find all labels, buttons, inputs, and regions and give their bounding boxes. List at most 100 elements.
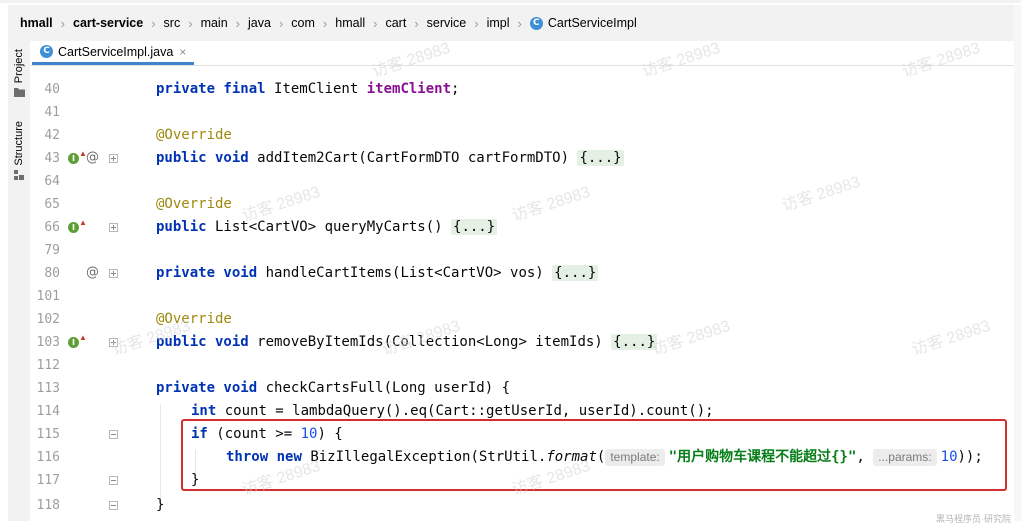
breadcrumb-item-main[interactable]: main	[201, 16, 228, 30]
line-number: 117	[36, 473, 60, 488]
breadcrumb-item-src[interactable]: src	[164, 16, 181, 30]
code-text[interactable]: private void handleCartItems(List<CartVO…	[156, 262, 599, 285]
chevron-right-icon: ›	[373, 15, 378, 31]
code-line: 64	[0, 170, 1014, 193]
code-line: 112	[0, 354, 1014, 377]
fold-collapse-icon[interactable]	[109, 501, 118, 510]
line-number: 79	[44, 243, 60, 258]
line-number: 114	[36, 404, 60, 419]
keyword: private final	[156, 81, 266, 97]
keyword: private void	[156, 265, 258, 281]
editor-tab-bar: C CartServiceImpl.java ×	[30, 41, 1014, 66]
implements-method-icon[interactable]: I	[68, 153, 79, 164]
code-line: 80 @ private void handleCartItems(List<C…	[0, 262, 1014, 285]
code-line: 101	[0, 285, 1014, 308]
line-number: 40	[44, 82, 60, 97]
method-signature: removeByItemIds(Collection<Long> itemIds…	[248, 334, 612, 350]
method-signature: checkCartsFull(Long userId) {	[257, 380, 511, 396]
line-number: 66	[44, 220, 60, 235]
line-number: 112	[36, 358, 60, 373]
folded-code-block[interactable]: {...}	[611, 334, 658, 350]
method-signature: handleCartItems(List<CartVO> vos)	[257, 265, 553, 281]
code-text[interactable]: public void removeByItemIds(Collection<L…	[156, 331, 658, 354]
line-number: 42	[44, 128, 60, 143]
code-line: 43 I ▲ @ public void addItem2Cart(CartFor…	[0, 147, 1014, 170]
line-number: 102	[36, 312, 60, 327]
method-signature: List<CartVO> queryMyCarts()	[206, 219, 452, 235]
closing-brace[interactable]: }	[156, 494, 164, 517]
breadcrumb-item-impl[interactable]: impl	[487, 16, 510, 30]
implements-method-icon[interactable]: I	[68, 222, 79, 233]
chevron-right-icon: ›	[60, 15, 65, 31]
fold-expand-icon[interactable]	[109, 223, 118, 232]
chevron-right-icon: ›	[235, 15, 240, 31]
code-line: 65 @Override	[0, 193, 1014, 216]
annotation[interactable]: @Override	[156, 124, 232, 147]
folded-code-block[interactable]: {...}	[552, 265, 599, 281]
type-name: ItemClient	[265, 81, 367, 97]
breadcrumb-item-hmall[interactable]: hmall	[335, 16, 365, 30]
annotation-marker-icon[interactable]: @	[86, 150, 99, 165]
statement: count = lambdaQuery().eq(Cart::getUserId…	[216, 403, 714, 419]
punctuation: ;	[451, 81, 460, 97]
keyword: public	[156, 219, 207, 235]
keyword: private void	[156, 380, 258, 396]
line-number: 41	[44, 105, 60, 120]
fold-expand-icon[interactable]	[109, 338, 118, 347]
close-icon[interactable]: ×	[179, 45, 186, 59]
code-line: 102 @Override	[0, 308, 1014, 331]
tab-cartserviceimpl[interactable]: C CartServiceImpl.java ×	[32, 41, 195, 65]
breadcrumb-item-service[interactable]: service	[427, 16, 467, 30]
method-signature: addItem2Cart(CartFormDTO cartFormDTO)	[248, 150, 578, 166]
fold-expand-icon[interactable]	[109, 269, 118, 278]
breadcrumb-item-java[interactable]: java	[248, 16, 271, 30]
folded-code-block[interactable]: {...}	[577, 150, 624, 166]
java-class-icon: C	[40, 45, 53, 58]
tab-label: CartServiceImpl.java	[58, 44, 174, 59]
folded-code-block[interactable]: {...}	[451, 219, 498, 235]
code-line: 40 private final ItemClient itemClient;	[0, 78, 1014, 101]
fold-collapse-icon[interactable]	[109, 430, 118, 439]
chevron-right-icon: ›	[188, 15, 193, 31]
breadcrumb-item-module[interactable]: cart-service	[73, 16, 143, 30]
code-text[interactable]: private final ItemClient itemClient;	[156, 78, 459, 101]
keyword: public void	[156, 150, 249, 166]
code-line: 118 }	[0, 494, 1014, 517]
line-number: 115	[36, 427, 60, 442]
line-number: 113	[36, 381, 60, 396]
line-number: 101	[36, 289, 60, 304]
line-number: 116	[36, 450, 60, 465]
keyword: int	[191, 403, 217, 419]
line-number: 43	[44, 151, 60, 166]
breadcrumb-item-cart[interactable]: cart	[385, 16, 406, 30]
annotation[interactable]: @Override	[156, 308, 232, 331]
line-number: 64	[44, 174, 60, 189]
code-line: 42 @Override	[0, 124, 1014, 147]
line-number: 118	[36, 498, 60, 513]
annotation-marker-icon[interactable]: @	[86, 265, 99, 280]
code-text[interactable]: public List<CartVO> queryMyCarts() {...}	[156, 216, 498, 239]
chevron-right-icon: ›	[278, 15, 284, 31]
implements-method-icon[interactable]: I	[68, 337, 79, 348]
editor-right-edge	[1014, 5, 1021, 521]
annotation[interactable]: @Override	[156, 193, 232, 216]
breadcrumb-item-project[interactable]: hmall	[20, 16, 53, 30]
code-line: 103 I ▲ public void removeByItemIds(Colle…	[0, 331, 1014, 354]
java-class-icon: C	[529, 16, 543, 30]
window-top-border	[0, 0, 1021, 3]
code-line: 113 private void checkCartsFull(Long use…	[0, 377, 1014, 400]
code-text[interactable]: private void checkCartsFull(Long userId)…	[156, 377, 510, 400]
keyword: public void	[156, 334, 249, 350]
code-text[interactable]: public void addItem2Cart(CartFormDTO car…	[156, 147, 624, 170]
field-name: itemClient	[366, 81, 452, 97]
breadcrumb-item-com[interactable]: com	[291, 16, 315, 30]
arrow-up-icon: ▲	[79, 218, 87, 227]
line-number: 103	[36, 335, 60, 350]
breadcrumb-item-file[interactable]: CartServiceImpl	[548, 16, 637, 30]
fold-collapse-icon[interactable]	[109, 476, 118, 485]
line-number: 65	[44, 197, 60, 212]
code-line: 41	[0, 101, 1014, 124]
fold-expand-icon[interactable]	[109, 154, 118, 163]
arrow-up-icon: ▲	[79, 333, 87, 342]
line-number: 80	[44, 266, 60, 281]
